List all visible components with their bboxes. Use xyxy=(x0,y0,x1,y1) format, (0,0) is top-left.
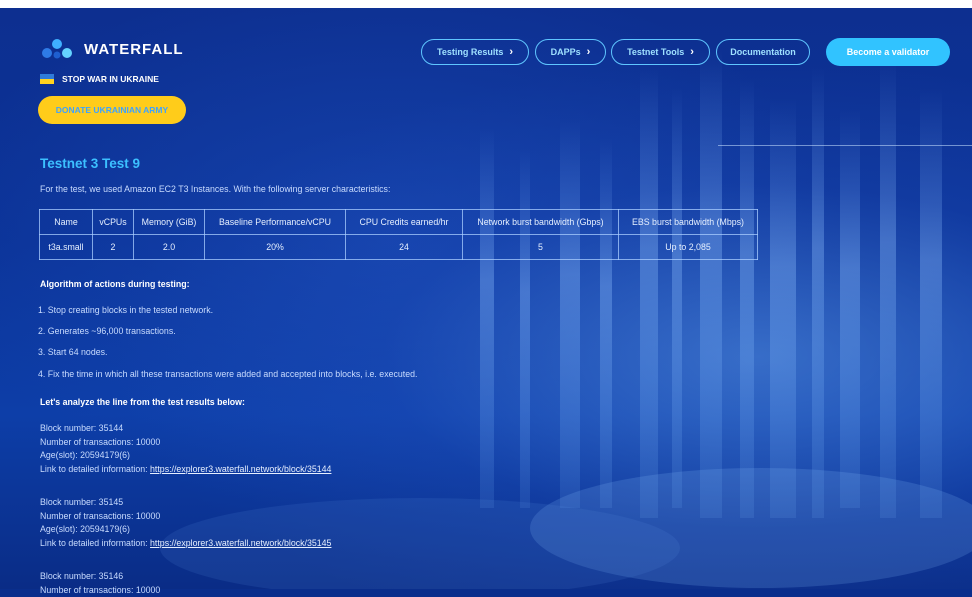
waterfall-logo-icon xyxy=(40,38,74,60)
list-item: 2. Generates ~96,000 transactions. xyxy=(38,326,176,336)
block-age: Age(slot): 20594179(6) xyxy=(40,449,331,463)
list-item: 4. Fix the time in which all these trans… xyxy=(38,369,417,379)
ukraine-banner: STOP WAR IN UKRAINE xyxy=(40,74,159,84)
intro-text: For the test, we used Amazon EC2 T3 Inst… xyxy=(40,184,390,194)
block-tx-count: Number of transactions: 10000 xyxy=(40,584,160,597)
table-cell: 2.0 xyxy=(134,235,205,260)
block-entry: Block number: 35145 Number of transactio… xyxy=(40,496,331,550)
block-link-line: Link to detailed information: https://ex… xyxy=(40,537,331,551)
nav-documentation[interactable]: Documentation xyxy=(716,39,810,65)
server-specs-table: Name vCPUs Memory (GiB) Baseline Perform… xyxy=(39,209,758,260)
block-number: Block number: 35145 xyxy=(40,496,331,510)
nav-label: DAPPs xyxy=(551,47,581,57)
table-header: Baseline Performance/vCPU xyxy=(205,210,346,235)
waterfall-logo[interactable]: WATERFALL xyxy=(40,38,184,60)
table-header: Network burst bandwidth (Gbps) xyxy=(463,210,619,235)
chevron-right-icon: › xyxy=(690,46,694,58)
nav-label: Documentation xyxy=(730,47,796,57)
algorithm-heading: Algorithm of actions during testing: xyxy=(40,279,190,289)
table-row: t3a.small 2 2.0 20% 24 5 Up to 2,085 xyxy=(40,235,758,260)
table-header: vCPUs xyxy=(93,210,134,235)
block-tx-count: Number of transactions: 10000 xyxy=(40,436,331,450)
explorer-link[interactable]: https://explorer3.waterfall.network/bloc… xyxy=(150,538,331,548)
block-tx-count: Number of transactions: 10000 xyxy=(40,510,331,524)
table-header: Name xyxy=(40,210,93,235)
divider xyxy=(718,145,972,146)
table-header: CPU Credits earned/hr xyxy=(346,210,463,235)
table-cell: 5 xyxy=(463,235,619,260)
list-item: 3. Start 64 nodes. xyxy=(38,347,107,357)
explorer-link[interactable]: https://explorer3.waterfall.network/bloc… xyxy=(150,464,331,474)
window-top-edge xyxy=(0,0,972,8)
nav-dapps[interactable]: DAPPs › xyxy=(535,39,606,65)
ukraine-flag-icon xyxy=(40,74,54,84)
analyze-heading: Let's analyze the line from the test res… xyxy=(40,397,245,407)
table-cell: 2 xyxy=(93,235,134,260)
table-cell: 24 xyxy=(346,235,463,260)
table-header-row: Name vCPUs Memory (GiB) Baseline Perform… xyxy=(40,210,758,235)
block-entry: Block number: 35146 Number of transactio… xyxy=(40,570,160,597)
block-link-line: Link to detailed information: https://ex… xyxy=(40,463,331,477)
table-header: Memory (GiB) xyxy=(134,210,205,235)
become-validator-button[interactable]: Become a validator xyxy=(826,38,950,66)
nav-testnet-tools[interactable]: Testnet Tools › xyxy=(611,39,710,65)
ukraine-text: STOP WAR IN UKRAINE xyxy=(62,74,159,84)
list-item: 1. Stop creating blocks in the tested ne… xyxy=(38,305,213,315)
block-number: Block number: 35146 xyxy=(40,570,160,584)
block-number: Block number: 35144 xyxy=(40,422,331,436)
block-entry: Block number: 35144 Number of transactio… xyxy=(40,422,331,476)
table-cell: 20% xyxy=(205,235,346,260)
nav-label: Testnet Tools xyxy=(627,47,684,57)
table-header: EBS burst bandwidth (Mbps) xyxy=(619,210,758,235)
donate-button[interactable]: DONATE UKRAINIAN ARMY xyxy=(38,96,186,124)
chevron-right-icon: › xyxy=(587,46,591,58)
page-title: Testnet 3 Test 9 xyxy=(40,156,140,171)
block-age: Age(slot): 20594179(6) xyxy=(40,523,331,537)
nav-testing-results[interactable]: Testing Results › xyxy=(421,39,529,65)
table-cell: Up to 2,085 xyxy=(619,235,758,260)
chevron-right-icon: › xyxy=(509,46,513,58)
logo-text: WATERFALL xyxy=(84,41,184,58)
link-prefix: Link to detailed information: xyxy=(40,464,150,474)
table-cell: t3a.small xyxy=(40,235,93,260)
nav-label: Testing Results xyxy=(437,47,503,57)
link-prefix: Link to detailed information: xyxy=(40,538,150,548)
